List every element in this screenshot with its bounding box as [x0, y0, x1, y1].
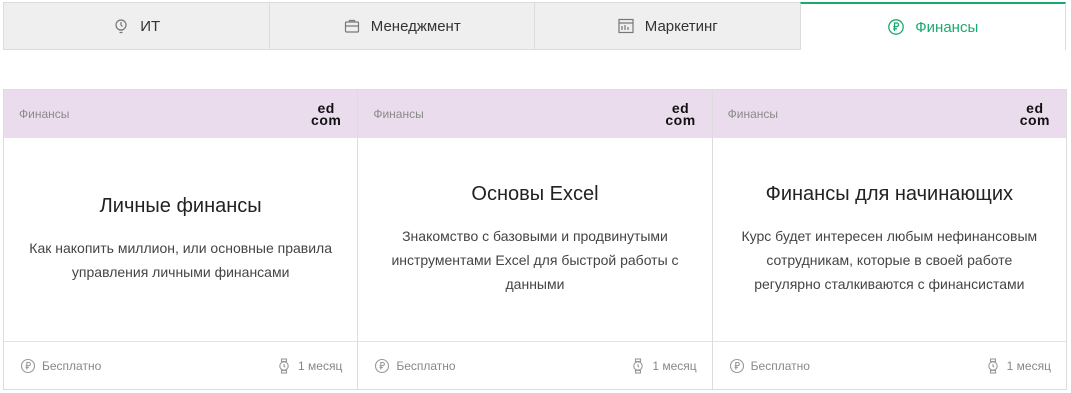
card-footer: Бесплатно 1 месяц [4, 341, 358, 389]
card-description: Курс будет интересен любым нефинансовым … [741, 228, 1038, 292]
duration-info: 1 месяц [630, 357, 697, 374]
tab-label: Менеджмент [370, 17, 461, 35]
briefcase-icon [343, 17, 361, 35]
price-label: Бесплатно [750, 358, 810, 373]
ruble-icon [20, 358, 36, 373]
stopwatch-icon [633, 357, 644, 374]
tab-label: ИТ [140, 17, 161, 35]
edcom-logo: ed com [665, 100, 696, 128]
duration-label: 1 месяц [652, 358, 697, 373]
tab-label: Маркетинг [644, 17, 718, 35]
edcom-logo: ed com [1019, 100, 1050, 128]
ruble-icon [729, 358, 744, 373]
chart-board-icon [617, 17, 635, 35]
course-cards: Финансы ed com Личные финансы Как накопи… [3, 89, 1067, 390]
card-body: Личные финансы Как накопить миллион, или… [4, 138, 357, 341]
card-footer: Бесплатно 1 месяц [358, 341, 712, 389]
price-info: Бесплатно [20, 358, 101, 374]
price-info: Бесплатно [374, 358, 456, 374]
duration-label: 1 месяц [1006, 358, 1051, 373]
ruble-icon [375, 358, 390, 373]
tab-finance[interactable]: Финансы [799, 2, 1066, 50]
lightbulb-icon [112, 17, 130, 35]
card-body: Основы Excel Знакомство с базовыми и про… [358, 138, 711, 341]
stopwatch-icon [987, 357, 998, 374]
card-description: Как накопить миллион, или основные прави… [29, 240, 333, 280]
card-category: Финансы [373, 107, 424, 121]
tab-management[interactable]: Менеджмент [268, 2, 534, 50]
card-footer: Бесплатно 1 месяц [712, 341, 1066, 389]
stopwatch-icon [279, 357, 289, 374]
card-title: Личные финансы [99, 195, 262, 217]
card-header: Финансы ed com [358, 90, 712, 138]
course-card-excel-basics[interactable]: Финансы ed com Основы Excel Знакомство с… [358, 90, 713, 389]
course-card-personal-finance[interactable]: Финансы ed com Личные финансы Как накопи… [4, 90, 359, 389]
duration-info: 1 месяц [276, 357, 343, 374]
card-header: Финансы ed com [712, 90, 1066, 138]
tab-it[interactable]: ИТ [3, 2, 269, 50]
category-tabs: ИТ Менеджмент Маркетинг Финансы [3, 2, 1066, 50]
card-title: Основы Excel [471, 183, 599, 205]
card-description: Знакомство с базовыми и продвинутыми инс… [391, 228, 679, 292]
card-category: Финансы [19, 107, 70, 121]
card-body: Финансы для начинающих Курс будет интере… [713, 138, 1066, 341]
card-header: Финансы ed com [4, 90, 358, 138]
tab-marketing[interactable]: Маркетинг [534, 2, 800, 50]
card-category: Финансы [727, 107, 779, 121]
duration-label: 1 месяц [298, 358, 343, 373]
price-info: Бесплатно [729, 358, 810, 374]
course-card-finance-for-beginners[interactable]: Финансы ed com Финансы для начинающих Ку… [712, 90, 1066, 389]
duration-info: 1 месяц [985, 357, 1051, 374]
ruble-icon [887, 18, 905, 36]
edcom-logo: ed com [311, 100, 342, 128]
price-label: Бесплатно [396, 358, 456, 373]
tab-label: Финансы [915, 18, 979, 36]
price-label: Бесплатно [42, 358, 102, 373]
card-title: Финансы для начинающих [765, 183, 1013, 205]
